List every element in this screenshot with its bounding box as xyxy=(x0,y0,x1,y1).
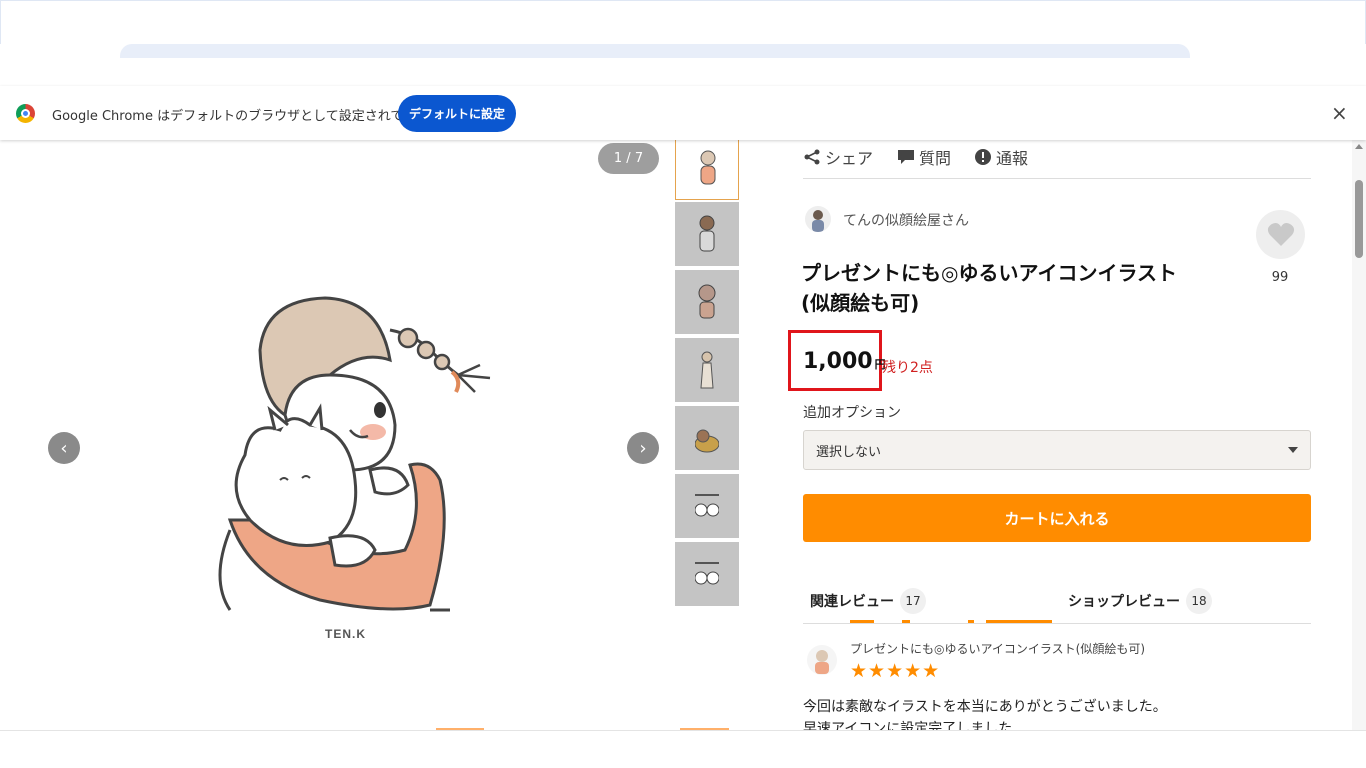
thumbnail-figure xyxy=(699,215,715,252)
option-select[interactable]: 選択しない xyxy=(803,430,1311,470)
scrollbar-thumb[interactable] xyxy=(1355,180,1363,258)
tab-shop-count: 18 xyxy=(1186,588,1212,614)
share-icon xyxy=(804,149,820,165)
tab-related-reviews[interactable]: 関連レビュー 17 xyxy=(810,588,926,614)
thumbnail-figure xyxy=(700,351,714,389)
thumbnail-figure xyxy=(698,284,716,319)
close-icon[interactable]: × xyxy=(1331,101,1348,125)
tab-shop-reviews[interactable]: ショップレビュー 18 xyxy=(1068,588,1212,614)
product-title-line2: (似顔絵も可) xyxy=(801,291,920,315)
favorite-button[interactable] xyxy=(1256,210,1305,259)
review-product-title[interactable]: プレゼントにも◎ゆるいアイコンイラスト(似顔絵も可) xyxy=(850,640,1145,657)
tab-underline-fragment xyxy=(902,620,910,623)
report-button[interactable]: 通報 xyxy=(974,145,1028,169)
tab-related-label: 関連レビュー xyxy=(810,594,894,610)
thumbnail-6[interactable] xyxy=(675,474,739,538)
thumbnail-1[interactable] xyxy=(675,136,739,200)
favorite-count: 99 xyxy=(1271,270,1289,285)
option-selected-value: 選択しない xyxy=(816,444,882,460)
tab-strip-shadow xyxy=(120,44,1190,58)
share-button[interactable]: シェア xyxy=(803,145,873,169)
chevron-right-icon: › xyxy=(639,437,647,459)
heart-icon xyxy=(1267,222,1294,246)
browser-frame xyxy=(0,0,1366,44)
review-body-line1: 今回は素敵なイラストを本当にありがとうございました。 xyxy=(803,699,1167,715)
avatar-illustration xyxy=(812,210,824,232)
thumbnail-4[interactable] xyxy=(675,338,739,402)
alert-icon xyxy=(975,149,991,165)
tab-related-count: 17 xyxy=(900,588,926,614)
tab-underline-fragment xyxy=(850,620,874,623)
image-counter: 1 / 7 xyxy=(598,143,659,174)
tab-underline-fragments xyxy=(850,620,1052,623)
tab-underline-fragment xyxy=(986,620,1052,623)
thumbnail-5[interactable] xyxy=(675,406,739,470)
question-button[interactable]: 質問 xyxy=(897,145,951,169)
add-to-cart-button[interactable]: カートに入れる xyxy=(803,494,1311,542)
bottom-overlay-panel xyxy=(0,730,1366,768)
price: 1,000 円 xyxy=(803,349,886,374)
prev-image-button[interactable]: ‹ xyxy=(48,432,80,464)
option-label: 追加オプション xyxy=(803,405,901,421)
tab-underline-fragment xyxy=(968,620,974,623)
shop-avatar[interactable] xyxy=(805,206,831,232)
thumbnail-figure xyxy=(695,494,719,517)
caret-down-icon xyxy=(1288,447,1298,453)
scroll-up-arrow-icon[interactable] xyxy=(1355,144,1363,149)
thumbnail-figure xyxy=(700,150,716,185)
browser-top-strip xyxy=(0,0,1366,86)
thumbnail-7[interactable] xyxy=(675,542,739,606)
share-label: シェア xyxy=(825,149,874,168)
product-title: プレゼントにも◎ゆるいアイコンイラスト (似顔絵も可) xyxy=(801,258,1241,318)
price-value: 1,000 xyxy=(803,349,873,374)
page-scrollbar[interactable] xyxy=(1352,140,1366,730)
report-label: 通報 xyxy=(996,149,1029,168)
thumbnail-figure xyxy=(695,429,719,453)
question-label: 質問 xyxy=(919,149,952,168)
shop-name-link[interactable]: てんの似顔絵屋さん xyxy=(843,210,969,230)
next-image-button[interactable]: › xyxy=(627,432,659,464)
speech-bubble-icon xyxy=(898,150,914,164)
illustration-signature: TEN.K xyxy=(325,627,366,641)
set-default-button[interactable]: デフォルトに設定 xyxy=(398,95,516,132)
main-product-image: TEN.K xyxy=(218,296,491,641)
avatar-illustration xyxy=(815,650,829,674)
stock-remaining: 残り2点 xyxy=(882,360,933,376)
review-product-thumbnail[interactable] xyxy=(807,645,837,675)
tab-shop-label: ショップレビュー xyxy=(1068,594,1180,610)
infobar-message: Google Chrome はデフォルトのブラウザとして設定されていません xyxy=(52,109,455,124)
chevron-left-icon: ‹ xyxy=(60,437,68,459)
thumbnail-2[interactable] xyxy=(675,202,739,266)
review-stars: ★★★★★ xyxy=(850,660,941,682)
product-title-line1: プレゼントにも◎ゆるいアイコンイラスト xyxy=(801,261,1178,285)
thumbnail-3[interactable] xyxy=(675,270,739,334)
review-tabs: 関連レビュー 17 ショップレビュー 18 xyxy=(803,588,1311,624)
action-divider xyxy=(803,178,1311,179)
thumbnail-figure xyxy=(695,562,719,585)
default-browser-infobar: Google Chrome はデフォルトのブラウザとして設定されていません デフ… xyxy=(0,86,1366,140)
chrome-logo-icon xyxy=(16,104,35,123)
